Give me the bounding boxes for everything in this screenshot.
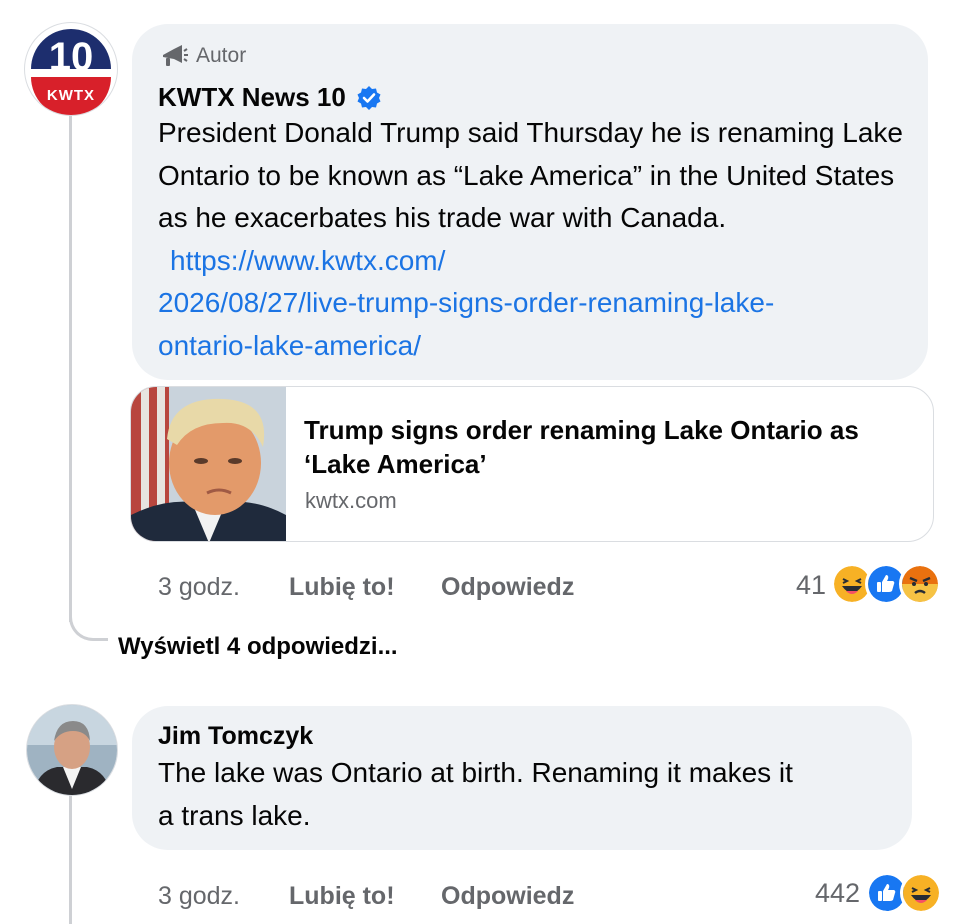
comment-line: a trans lake. bbox=[158, 799, 311, 831]
kwtx-logo-icon: 10 KWTX bbox=[26, 24, 116, 115]
author-badge-label: Autor bbox=[196, 44, 247, 67]
thread-elbow bbox=[69, 598, 108, 641]
preview-thumbnail bbox=[131, 387, 286, 541]
megaphone-icon bbox=[163, 45, 188, 66]
comment-line: The lake was Ontario at birth. Renaming … bbox=[158, 757, 793, 788]
commenter-name-row: KWTX News 10 bbox=[158, 82, 382, 113]
reply-button[interactable]: Odpowiedz bbox=[441, 573, 574, 602]
profile-photo-icon bbox=[27, 705, 117, 795]
preview-domain: kwtx.com bbox=[305, 488, 397, 513]
comment-text: President Donald Trump said Thursday he … bbox=[158, 112, 918, 367]
commenter-name-row: Jim Tomczyk bbox=[158, 722, 313, 751]
reaction-count[interactable]: 41 bbox=[760, 570, 826, 601]
person-photo-icon bbox=[131, 387, 286, 541]
reaction-count[interactable]: 442 bbox=[780, 878, 860, 909]
reaction-icons[interactable] bbox=[831, 563, 941, 605]
svg-text:KWTX: KWTX bbox=[47, 87, 95, 104]
verified-badge-icon bbox=[357, 85, 381, 110]
thread-line bbox=[69, 112, 72, 622]
link-preview-card[interactable]: Trump signs order renaming Lake Ontario … bbox=[130, 386, 934, 542]
like-button[interactable]: Lubię to! bbox=[289, 882, 395, 911]
timestamp[interactable]: 3 godz. bbox=[158, 882, 240, 911]
commenter-name[interactable]: KWTX News 10 bbox=[158, 82, 346, 113]
thread-line-2 bbox=[69, 792, 72, 924]
commenter-name[interactable]: Jim Tomczyk bbox=[158, 722, 313, 751]
angry-reaction-icon bbox=[899, 563, 941, 605]
haha-reaction-icon bbox=[900, 872, 942, 914]
avatar[interactable]: 10 KWTX bbox=[24, 22, 118, 116]
view-replies-link[interactable]: Wyświetl 4 odpowiedzi... bbox=[118, 633, 398, 661]
author-badge: Autor bbox=[160, 43, 246, 69]
reaction-icons[interactable] bbox=[866, 872, 942, 914]
comment-body: President Donald Trump said Thursday he … bbox=[158, 117, 903, 233]
reply-button[interactable]: Odpowiedz bbox=[441, 882, 574, 911]
avatar[interactable] bbox=[26, 704, 118, 796]
comment-text: The lake was Ontario at birth. Renaming … bbox=[158, 752, 898, 837]
timestamp[interactable]: 3 godz. bbox=[158, 573, 240, 602]
preview-title[interactable]: Trump signs order renaming Lake Ontario … bbox=[304, 413, 914, 481]
like-button[interactable]: Lubię to! bbox=[289, 573, 395, 602]
svg-text:10: 10 bbox=[49, 35, 94, 79]
article-link[interactable]: https://www.kwtx.com/2026/08/27/live-tru… bbox=[158, 245, 774, 361]
